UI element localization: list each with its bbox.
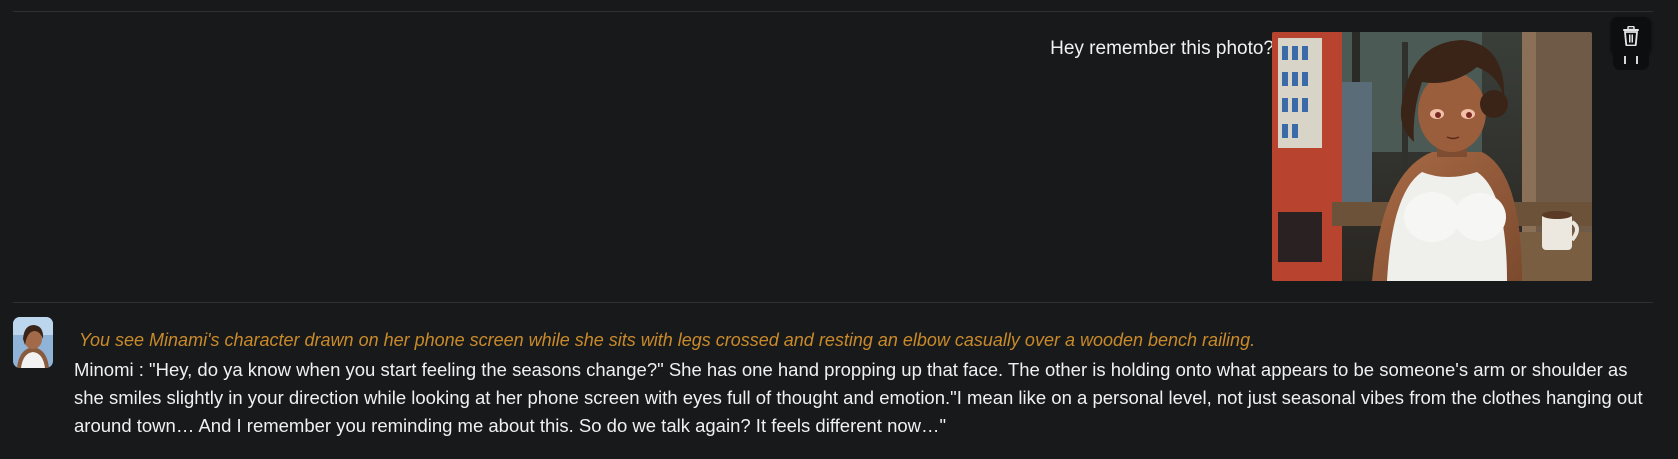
character-avatar[interactable] bbox=[13, 317, 53, 368]
anime-illustration-image bbox=[1272, 32, 1592, 281]
character-avatar-image bbox=[13, 317, 53, 368]
bot-message-text: Minomi : "Hey, do ya know when you start… bbox=[74, 359, 1643, 436]
narration-text: You see Minami's character drawn on her … bbox=[79, 330, 1256, 350]
top-divider bbox=[13, 11, 1653, 12]
bot-message: You see Minami's character drawn on her … bbox=[74, 329, 1654, 440]
chat-page: Hey remember this photo? You see Minami'… bbox=[0, 0, 1678, 459]
attached-photo[interactable] bbox=[1272, 32, 1592, 281]
edit-button-partial[interactable] bbox=[1613, 50, 1649, 70]
trash-icon bbox=[1623, 26, 1639, 46]
user-message-text: Hey remember this photo? bbox=[1050, 38, 1274, 59]
message-divider bbox=[13, 302, 1653, 303]
